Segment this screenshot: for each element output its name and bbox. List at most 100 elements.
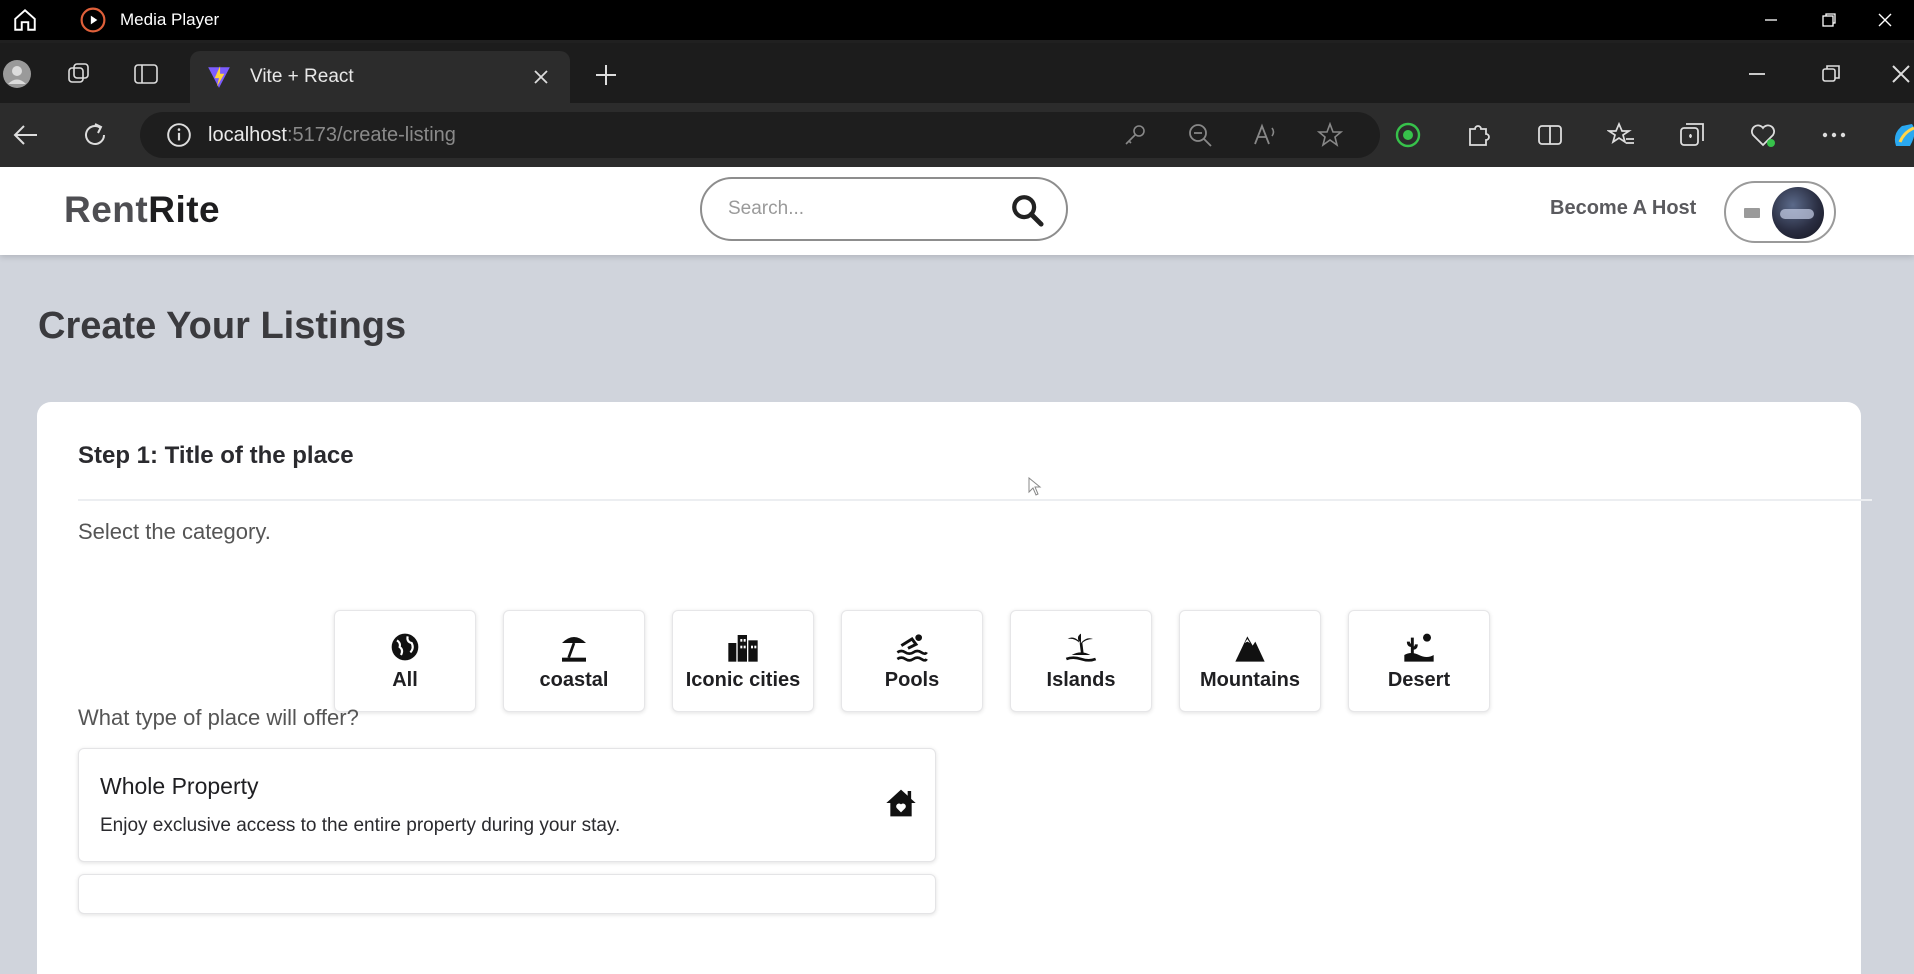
step-title: Step 1: Title of the place [78,442,354,469]
vite-logo-icon [208,66,230,88]
category-pools[interactable]: Pools [841,610,983,712]
read-aloud-button[interactable] [1250,120,1280,150]
search-icon[interactable] [1010,193,1044,227]
close-icon [1892,65,1910,83]
close-window-button[interactable] [1856,0,1914,40]
workspaces-button[interactable] [64,59,94,89]
more-options-button[interactable] [1818,119,1850,151]
media-player-titlebar: Media Player [0,0,1914,40]
plus-icon [596,65,616,85]
favorites-button[interactable] [1605,119,1637,151]
category-label: Islands [1046,668,1116,691]
zoom-out-button[interactable] [1185,120,1215,150]
category-islands[interactable]: Islands [1010,610,1152,712]
url-text[interactable]: localhost:5173/create-listing [208,124,456,147]
browser-close-button[interactable] [1886,59,1914,89]
globe-icon [391,633,419,660]
logo-part-rent: Rent [64,189,149,230]
vertical-tabs-button[interactable] [131,59,161,89]
favorites-star-icon [1607,121,1634,144]
place-type-title: Whole Property [100,773,259,799]
browser-minimize-button[interactable] [1742,59,1772,89]
url-host: localhost [208,123,287,146]
info-icon[interactable] [166,122,192,148]
extension-green-icon [1395,122,1421,148]
category-label: Desert [1387,668,1451,691]
more-dots-icon [1822,132,1846,138]
url-path: :5173/create-listing [286,123,456,146]
category-label: Mountains [1200,668,1300,691]
key-icon [1125,125,1145,145]
web-page: RentRite Become A Host Create Your Listi… [0,167,1914,974]
read-aloud-icon [1254,123,1275,145]
profile-button[interactable] [2,59,32,89]
search-bar [700,177,1068,241]
split-screen-button[interactable] [1534,119,1566,151]
place-type-description: Enjoy exclusive access to the entire pro… [100,815,621,836]
extension-green-button[interactable] [1392,119,1424,151]
user-menu-button[interactable] [1724,181,1836,243]
address-bar[interactable]: localhost:5173/create-listing [140,112,1380,158]
home-icon[interactable] [12,7,38,33]
heart-pulse-icon [1751,124,1775,147]
tab-vite-react[interactable]: Vite + React [190,51,570,103]
address-bar-row: localhost:5173/create-listing [0,103,1914,167]
reload-button[interactable] [79,119,111,151]
profile-icon [3,60,31,88]
desert-icon [1404,633,1434,662]
category-label: Select the category. [78,519,271,544]
close-icon [1878,13,1892,27]
mountain-icon [1235,635,1265,662]
tab-label: Vite + React [250,66,354,87]
avatar [1772,187,1824,239]
extensions-button[interactable] [1463,119,1495,151]
category-coastal[interactable]: coastal [503,610,645,712]
category-iconic-cities[interactable]: Iconic cities [672,610,814,712]
house-icon [886,789,916,817]
copilot-icon [1894,124,1914,146]
media-player-logo-icon [80,7,106,33]
place-type-next[interactable] [78,874,936,914]
zoom-out-icon [1189,124,1212,147]
place-type-label: What type of place will offer? [78,705,359,730]
restore-button[interactable] [1800,0,1858,40]
category-desert[interactable]: Desert [1348,610,1490,712]
browser-restore-button[interactable] [1816,59,1846,89]
site-navbar: RentRite Become A Host [0,167,1914,255]
become-host-link[interactable]: Become A Host [1550,197,1696,220]
place-type-whole-property[interactable]: Whole Property Enjoy exclusive access to… [78,748,936,862]
collections-button[interactable] [1676,119,1708,151]
star-icon [1317,122,1343,147]
new-tab-button[interactable] [590,59,622,91]
minimize-button[interactable] [1742,0,1800,40]
tab-actions-icon [134,64,158,84]
divider [78,499,1872,501]
puzzle-icon [1469,125,1490,146]
category-label: Pools [884,668,940,691]
reload-icon [85,123,105,145]
browser-tab-strip: Vite + React [0,43,1914,103]
minimize-icon [1749,73,1765,75]
copilot-button[interactable] [1889,119,1914,151]
menu-icon [1744,208,1760,218]
browser-essentials-button[interactable] [1747,119,1779,151]
split-screen-icon [1538,125,1562,145]
site-logo[interactable]: RentRite [64,189,220,231]
logo-part-rite: Rite [148,189,221,230]
category-list: All coastal Iconic cities Pools Islands … [334,610,1490,712]
workspaces-icon [68,63,89,83]
category-label: All [392,668,418,691]
minimize-icon [1765,19,1777,21]
close-icon [534,70,548,84]
favorite-button[interactable] [1315,120,1345,150]
password-key-button[interactable] [1120,120,1150,150]
media-player-title: Media Player [120,10,220,29]
back-button[interactable] [10,119,42,151]
tab-close-button[interactable] [528,64,554,90]
category-all[interactable]: All [334,610,476,712]
collections-icon [1680,123,1704,146]
search-input[interactable] [728,198,998,220]
category-mountains[interactable]: Mountains [1179,610,1321,712]
listing-form-card: Step 1: Title of the place Select the ca… [37,402,1872,974]
category-label: Iconic cities [685,668,801,691]
